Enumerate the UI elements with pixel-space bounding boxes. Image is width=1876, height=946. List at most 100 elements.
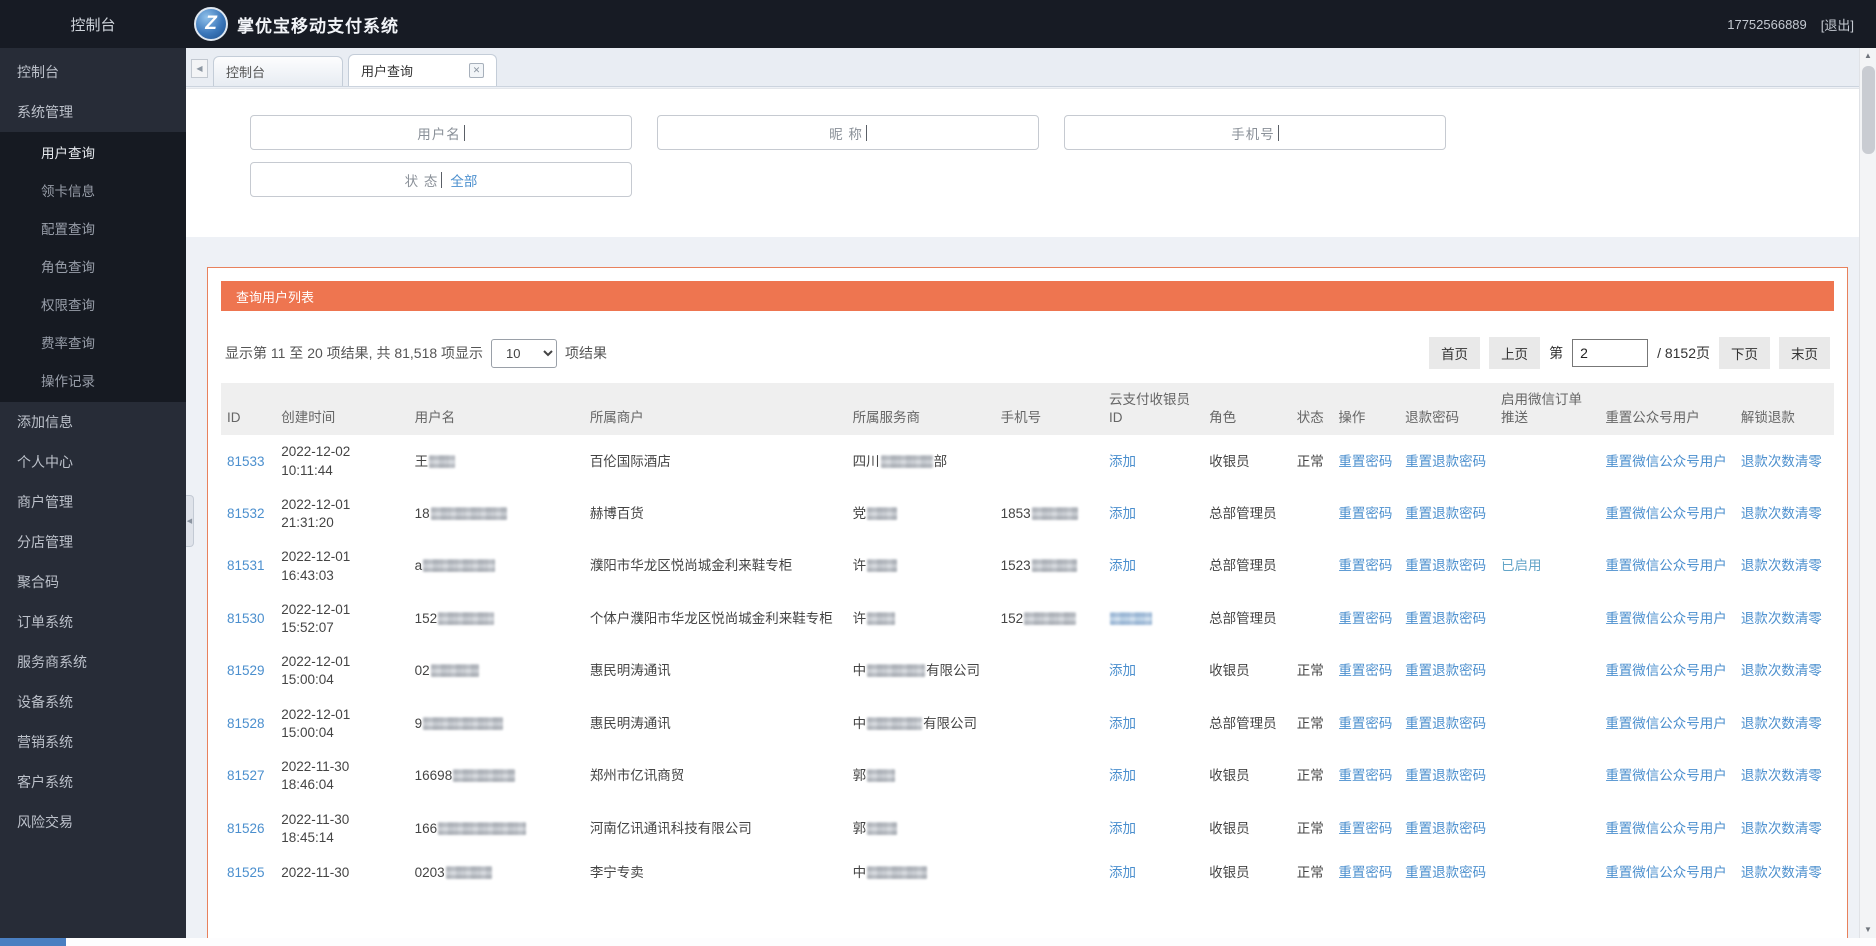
horizontal-scrollbar[interactable] [0,938,1876,946]
reset-password-link[interactable]: 重置密码 [1338,611,1392,626]
horizontal-scrollbar-thumb[interactable] [0,938,66,946]
search-input-nickname[interactable]: 昵 称 [657,115,1039,150]
scroll-down-icon[interactable]: ▼ [1860,922,1876,938]
reset-wechat-user-link[interactable]: 重置微信公众号用户 [1605,454,1727,469]
sidebar-item-add-info[interactable]: 添加信息 [0,402,186,442]
scroll-up-icon[interactable]: ▲ [1860,48,1876,64]
sidebar-item-branch-management[interactable]: 分店管理 [0,522,186,562]
reset-wechat-user-link[interactable]: 重置微信公众号用户 [1605,663,1727,678]
sidebar-item-console[interactable]: 控制台 [0,52,186,92]
sidebar-item-role-query[interactable]: 角色查询 [0,247,186,285]
reset-wechat-user-link[interactable]: 重置微信公众号用户 [1605,821,1727,836]
search-input-username[interactable]: 用户名 [250,115,632,150]
reset-password-link[interactable]: 重置密码 [1338,454,1392,469]
refund-count-reset-link[interactable]: 退款次数清零 [1741,454,1822,469]
sidebar-item-personal-center[interactable]: 个人中心 [0,442,186,482]
add-cashier-link[interactable]: 添加 [1109,768,1136,783]
first-page-button[interactable]: 首页 [1429,337,1481,369]
tab-scroll-left-icon[interactable]: ◀ [191,59,208,78]
refund-count-reset-link[interactable]: 退款次数清零 [1741,506,1822,521]
next-page-button[interactable]: 下页 [1719,337,1770,369]
created-date: 2022-11-30 [281,811,350,827]
sidebar-item-order-system[interactable]: 订单系统 [0,602,186,642]
user-id-link[interactable]: 81529 [227,663,265,678]
reset-wechat-user-link[interactable]: 重置微信公众号用户 [1605,865,1727,880]
reset-refund-password-link[interactable]: 重置退款密码 [1405,663,1486,678]
user-id-link[interactable]: 81533 [227,454,265,469]
reset-refund-password-link[interactable]: 重置退款密码 [1405,506,1486,521]
status-value[interactable]: 全部 [450,170,477,190]
reset-refund-password-link[interactable]: 重置退款密码 [1405,821,1486,836]
reset-password-link[interactable]: 重置密码 [1338,716,1392,731]
user-id-link[interactable]: 81526 [227,821,265,836]
reset-password-link[interactable]: 重置密码 [1338,506,1392,521]
sidebar-item-customer-system[interactable]: 客户系统 [0,762,186,802]
reset-password-link[interactable]: 重置密码 [1338,821,1392,836]
reset-wechat-user-link[interactable]: 重置微信公众号用户 [1605,506,1727,521]
add-cashier-link[interactable]: 添加 [1109,716,1136,731]
reset-password-link[interactable]: 重置密码 [1338,558,1392,573]
search-input-phone[interactable]: 手机号 [1064,115,1446,150]
reset-refund-password-link[interactable]: 重置退款密码 [1405,558,1486,573]
user-id-link[interactable]: 81531 [227,558,265,573]
prev-page-button[interactable]: 上页 [1489,337,1541,369]
reset-password-link[interactable]: 重置密码 [1338,768,1392,783]
close-icon[interactable]: ✕ [469,63,485,78]
logout-link[interactable]: [退出] [1821,15,1854,34]
reset-password-link[interactable]: 重置密码 [1338,865,1392,880]
refund-count-reset-link[interactable]: 退款次数清零 [1741,558,1822,573]
add-cashier-link[interactable]: 添加 [1109,821,1136,836]
user-id-link[interactable]: 81528 [227,716,265,731]
sidebar-item-merchant-management[interactable]: 商户管理 [0,482,186,522]
refund-count-reset-link[interactable]: 退款次数清零 [1741,865,1822,880]
add-cashier-link[interactable]: 添加 [1109,454,1136,469]
cell-phone [995,435,1103,487]
vertical-scrollbar[interactable]: ▲ ▼ [1859,48,1876,938]
user-id-link[interactable]: 81532 [227,506,265,521]
sidebar-item-permission-query[interactable]: 权限查询 [0,285,186,323]
cell-id: 81527 [221,750,275,802]
sidebar-item-system-management[interactable]: 系统管理 [0,92,186,132]
refund-count-reset-link[interactable]: 退款次数清零 [1741,716,1822,731]
reset-refund-password-link[interactable]: 重置退款密码 [1405,716,1486,731]
add-cashier-link[interactable]: 添加 [1109,506,1136,521]
add-cashier-link[interactable]: 添加 [1109,865,1136,880]
reset-wechat-user-link[interactable]: 重置微信公众号用户 [1605,716,1727,731]
reset-wechat-user-link[interactable]: 重置微信公众号用户 [1605,611,1727,626]
status-select[interactable]: 状 态 全部 [250,162,632,197]
reset-refund-password-link[interactable]: 重置退款密码 [1405,611,1486,626]
user-id-link[interactable]: 81525 [227,865,265,880]
refund-count-reset-link[interactable]: 退款次数清零 [1741,611,1822,626]
page-number-input[interactable] [1572,339,1649,367]
reset-wechat-user-link[interactable]: 重置微信公众号用户 [1605,768,1727,783]
sidebar-item-rate-query[interactable]: 费率查询 [0,323,186,361]
add-cashier-link[interactable]: 添加 [1109,663,1136,678]
scrollbar-thumb[interactable] [1862,66,1875,154]
add-cashier-link[interactable]: 添加 [1109,558,1136,573]
reset-password-link[interactable]: 重置密码 [1338,663,1392,678]
reset-wechat-user-link[interactable]: 重置微信公众号用户 [1605,558,1727,573]
reset-refund-password-link[interactable]: 重置退款密码 [1405,865,1486,880]
refund-count-reset-link[interactable]: 退款次数清零 [1741,768,1822,783]
reset-refund-password-link[interactable]: 重置退款密码 [1405,454,1486,469]
sidebar-item-user-query[interactable]: 用户查询 [0,133,186,171]
sidebar-item-risk-transaction[interactable]: 风险交易 [0,802,186,842]
refund-count-reset-link[interactable]: 退款次数清零 [1741,821,1822,836]
sidebar-item-operation-log[interactable]: 操作记录 [0,361,186,399]
sidebar-item-config-query[interactable]: 配置查询 [0,209,186,247]
user-id-link[interactable]: 81530 [227,611,265,626]
tab-console[interactable]: 控制台 [213,56,343,86]
user-id-link[interactable]: 81527 [227,768,265,783]
reset-refund-password-link[interactable]: 重置退款密码 [1405,768,1486,783]
sidebar-item-service-provider-system[interactable]: 服务商系统 [0,642,186,682]
sidebar-item-device-system[interactable]: 设备系统 [0,682,186,722]
sidebar-collapse-handle[interactable]: ◀ [186,495,194,547]
page-size-select[interactable]: 10 [491,338,558,368]
sidebar-item-card-info[interactable]: 领卡信息 [0,171,186,209]
last-page-button[interactable]: 末页 [1779,337,1830,369]
sidebar-item-marketing-system[interactable]: 营销系统 [0,722,186,762]
tab-user-query[interactable]: 用户查询 ✕ [348,54,498,86]
sidebar-item-aggregate-code[interactable]: 聚合码 [0,562,186,602]
cell-role: 总部管理员 [1209,715,1277,731]
refund-count-reset-link[interactable]: 退款次数清零 [1741,663,1822,678]
